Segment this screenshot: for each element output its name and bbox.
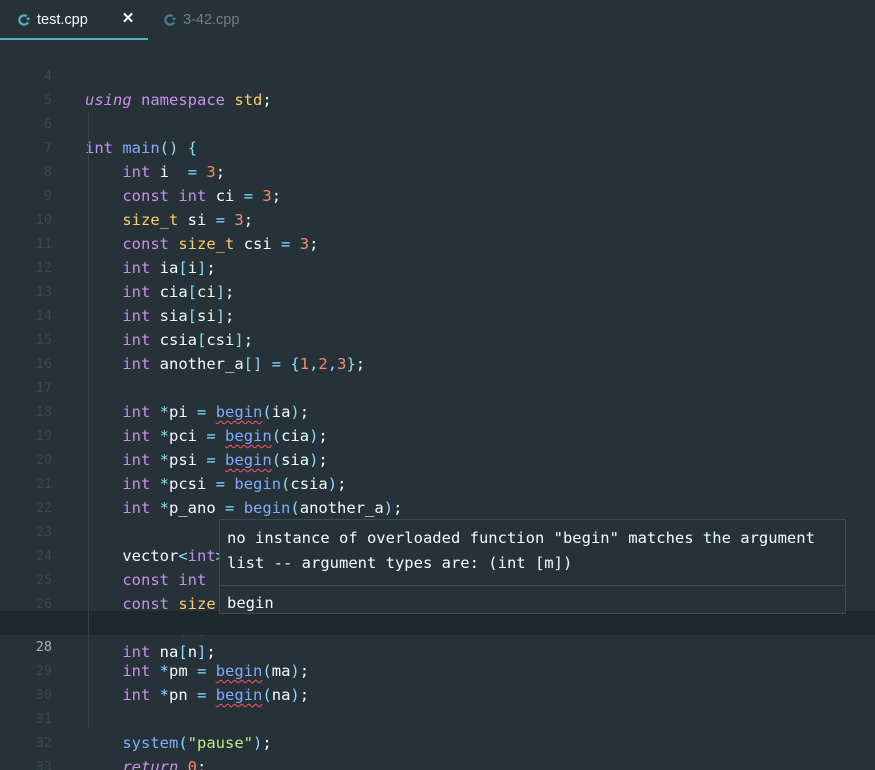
code-line: 13 int sia[si];	[0, 256, 875, 325]
code-line: 15 int another_a[] = {1,2,3};	[0, 304, 875, 373]
code-line: 16	[0, 328, 875, 372]
code-line: 12 int cia[ci];	[0, 232, 875, 301]
code-line: 31 system("pause");	[0, 683, 875, 752]
hover-message: no instance of overloaded function "begi…	[227, 529, 825, 572]
tab-3-42-cpp[interactable]: 3-42.cpp	[148, 0, 253, 40]
code-line: 21 int *p_ano = begin(another_a);	[0, 448, 875, 517]
cpp-file-icon	[164, 14, 176, 26]
code-line: 17 int *pi = begin(ia);	[0, 352, 875, 421]
code-line: 4 using namespace std;	[0, 40, 875, 109]
code-line: 8 const int ci = 3;	[0, 136, 875, 205]
code-line: 20 int *pcsi = begin(csia);	[0, 424, 875, 493]
code-line: 10 const size_t csi = 3;	[0, 184, 875, 253]
hover-source: begin	[227, 594, 274, 612]
code-line: 5	[0, 64, 875, 108]
code-line: 14 int csia[csi];	[0, 280, 875, 349]
code-line: 18 int *pci = begin(cia);	[0, 376, 875, 445]
code-line: 9 size_t si = 3;	[0, 160, 875, 229]
tab-label: 3-42.cpp	[183, 12, 240, 28]
editor-window: test.cpp ✕ 3-42.cpp 4 using namespace st…	[0, 0, 875, 770]
tab-bar: test.cpp ✕ 3-42.cpp	[0, 0, 875, 40]
tab-test-cpp[interactable]: test.cpp ✕	[0, 0, 148, 40]
code-line: 7 int i = 3;	[0, 112, 875, 181]
code-text: return 0;	[122, 758, 207, 770]
indent-guide	[88, 112, 89, 727]
code-line: 32 return 0;	[0, 707, 875, 770]
code-line: 29 int *pn = begin(na);	[0, 635, 875, 704]
line-number: 33	[35, 759, 52, 770]
tab-label: test.cpp	[37, 12, 88, 28]
code-line: 23 vector<int> v = {1,3,4};	[0, 496, 875, 565]
code-line: 30	[0, 659, 875, 703]
code-line: 22	[0, 472, 875, 516]
code-editor[interactable]: 4 using namespace std; 5 6 int main() { …	[0, 40, 875, 770]
code-line: 11 int ia[i];	[0, 208, 875, 277]
code-line: 33 }	[0, 731, 875, 770]
code-line: 19 int *psi = begin(sia);	[0, 400, 875, 469]
cpp-file-icon	[18, 14, 30, 26]
close-icon[interactable]: ✕	[120, 10, 136, 28]
code-line: 6 int main() {	[0, 88, 875, 157]
error-hover-tooltip: no instance of overloaded function "begi…	[219, 519, 846, 614]
